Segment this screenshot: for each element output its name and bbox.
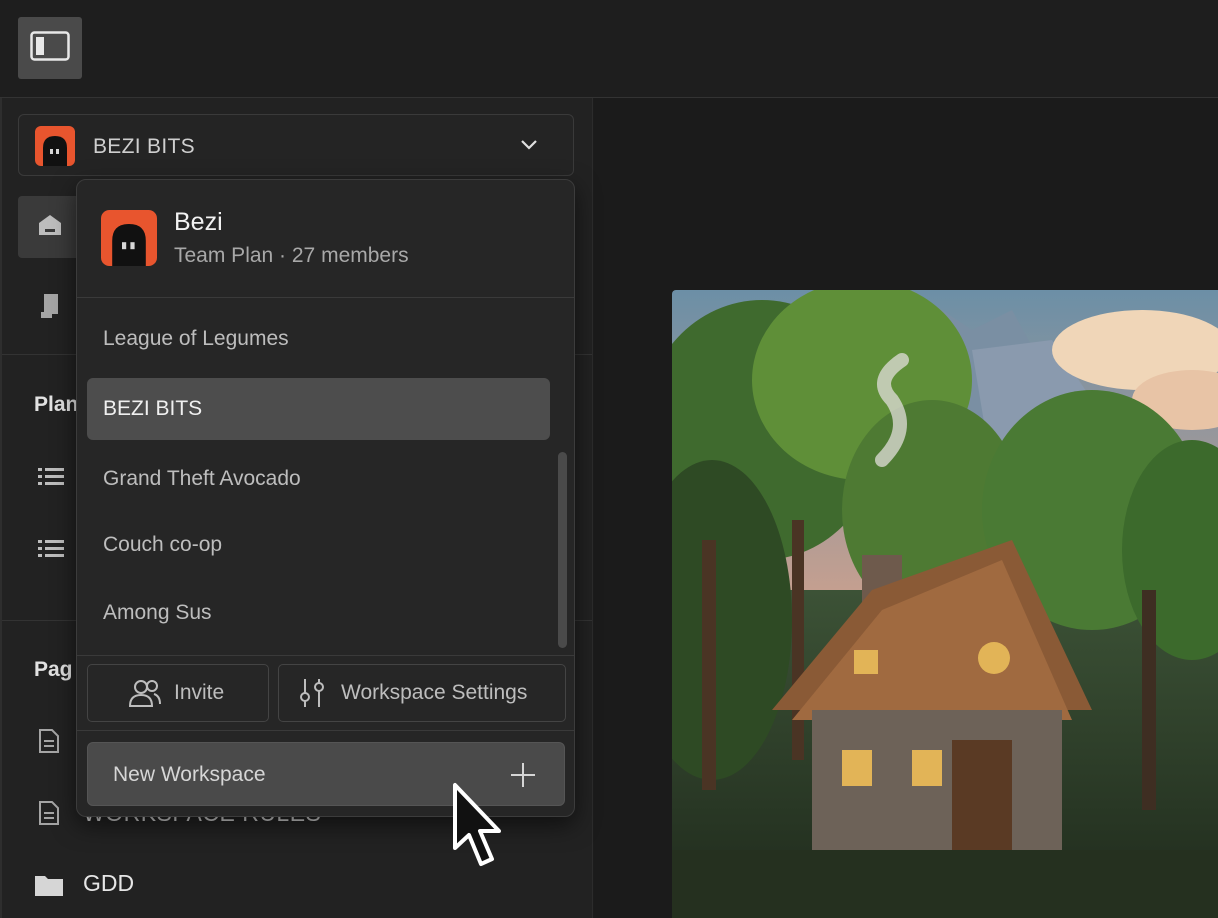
scroll-icon[interactable]: [34, 290, 66, 322]
workspace-settings-label: Workspace Settings: [341, 681, 528, 704]
users-icon: [128, 678, 162, 708]
sidebar-panel-icon: [30, 30, 70, 66]
list-icon[interactable]: [38, 538, 64, 558]
workspace-settings-button[interactable]: Workspace Settings: [278, 664, 566, 722]
sliders-icon: [299, 677, 325, 709]
top-bar: [0, 0, 1218, 98]
invite-button[interactable]: Invite: [87, 664, 269, 722]
document-icon: [38, 800, 60, 826]
workspace-item[interactable]: Among Sus: [87, 582, 550, 644]
home-button[interactable]: [18, 196, 82, 258]
folder-icon: [34, 873, 64, 897]
org-name: Bezi: [174, 208, 223, 236]
document-icon: [38, 728, 60, 754]
org-header: Bezi Team Plan · 27 members: [77, 180, 574, 298]
workspace-selector[interactable]: BEZI BITS: [18, 114, 574, 176]
workspace-logo-icon: [35, 126, 75, 171]
planning-heading: Plan: [34, 393, 79, 416]
workspace-item[interactable]: Couch co-op: [87, 514, 550, 576]
workspace-list-scrollbar[interactable]: [558, 452, 567, 648]
sidebar-toggle-button[interactable]: [18, 17, 82, 79]
org-meta: Team Plan · 27 members: [174, 244, 409, 267]
new-workspace-label: New Workspace: [113, 763, 266, 786]
pages-heading: Pag: [34, 658, 73, 681]
invite-label: Invite: [174, 681, 225, 704]
workspace-dropdown: Bezi Team Plan · 27 members League of Le…: [76, 179, 575, 817]
workspace-item[interactable]: League of Legumes: [87, 308, 550, 370]
sidebar-item-gdd[interactable]: GDD: [83, 870, 134, 897]
dropdown-actions: Invite Workspace Settings: [77, 655, 574, 731]
cottage-illustration: [672, 290, 1218, 918]
workspace-item-selected[interactable]: BEZI BITS: [87, 378, 550, 440]
chevron-down-icon: [519, 137, 539, 156]
plus-icon: [510, 762, 536, 793]
home-icon: [37, 213, 63, 242]
list-icon[interactable]: [38, 466, 64, 486]
org-logo-icon: [101, 210, 157, 271]
workspace-item[interactable]: Grand Theft Avocado: [87, 448, 550, 510]
workspace-selector-name: BEZI BITS: [93, 135, 195, 158]
mouse-cursor-icon: [452, 782, 510, 877]
